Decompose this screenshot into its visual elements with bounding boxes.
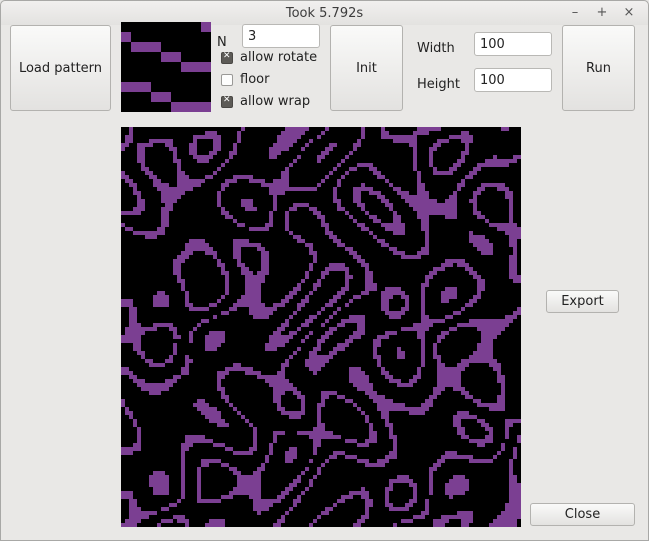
minimize-icon[interactable]: – — [567, 5, 583, 21]
allow-wrap-label: allow wrap — [240, 94, 311, 109]
title-bar[interactable]: Took 5.792s – + × — [1, 1, 648, 25]
close-window-icon[interactable]: × — [621, 5, 637, 21]
close-button[interactable]: Close — [530, 503, 635, 526]
height-label: Height — [417, 77, 460, 92]
load-pattern-button[interactable]: Load pattern — [10, 25, 111, 111]
allow-wrap-checkbox[interactable] — [221, 95, 233, 108]
width-label: Width — [417, 41, 455, 56]
floor-label: floor — [240, 72, 270, 87]
floor-checkbox[interactable] — [221, 74, 233, 86]
width-input[interactable] — [474, 32, 552, 56]
maximize-icon[interactable]: + — [594, 5, 610, 21]
allow-rotate-checkbox[interactable] — [221, 51, 233, 64]
height-input[interactable] — [474, 68, 552, 92]
run-button[interactable]: Run — [562, 25, 635, 111]
n-input[interactable] — [242, 24, 320, 48]
n-label: N — [217, 35, 227, 50]
window-title: Took 5.792s — [285, 6, 364, 21]
export-button[interactable]: Export — [546, 290, 619, 313]
allow-rotate-label: allow rotate — [240, 50, 318, 65]
init-button[interactable]: Init — [330, 25, 403, 111]
input-pattern-preview — [121, 22, 211, 112]
generated-output-image — [121, 127, 521, 527]
